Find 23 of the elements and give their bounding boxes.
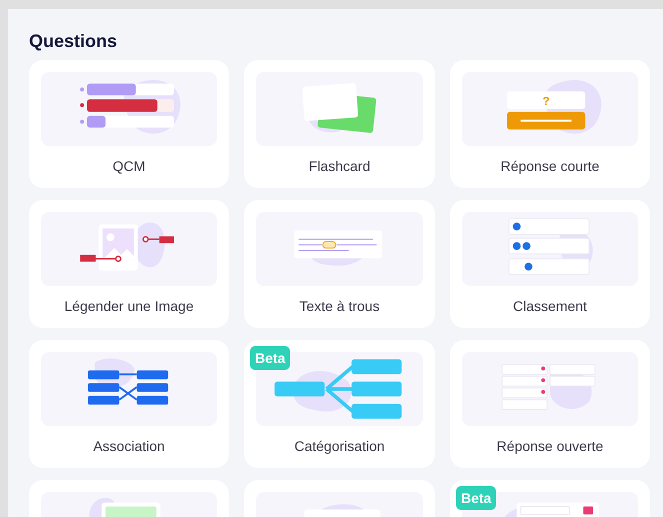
card-label: Flashcard [308,157,370,175]
card-label: Légender une Image [64,297,194,315]
question-type-card[interactable]: Légender une Image [29,200,229,328]
card-label: Réponse courte [500,157,600,175]
question-type-card[interactable]: Texte à trous [244,200,435,328]
question-type-card[interactable]: Catégorisation Beta [244,340,435,468]
section-title: Questions [29,30,118,53]
beta-badge: Beta [456,486,496,510]
card-label: QCM [112,157,146,175]
question-type-card[interactable]: Association [29,340,229,468]
card-label: Classement [513,297,587,315]
question-type-card[interactable]: Classement [450,200,650,328]
question-type-card[interactable]: Réponse ouverte [450,340,650,468]
card-label: Catégorisation [294,437,385,455]
beta-badge: Beta [250,346,290,370]
card-label: Association [93,437,165,455]
question-mark: ? [542,95,550,108]
image-card-drawing [89,498,160,517]
question-type-card[interactable]: QCM [29,60,229,188]
card-label: Réponse ouverte [496,437,604,455]
card-label: Texte à trous [299,297,380,315]
question-type-card[interactable]: ? Réponse courte [450,60,650,188]
question-type-card[interactable]: Flashcard [244,60,435,188]
